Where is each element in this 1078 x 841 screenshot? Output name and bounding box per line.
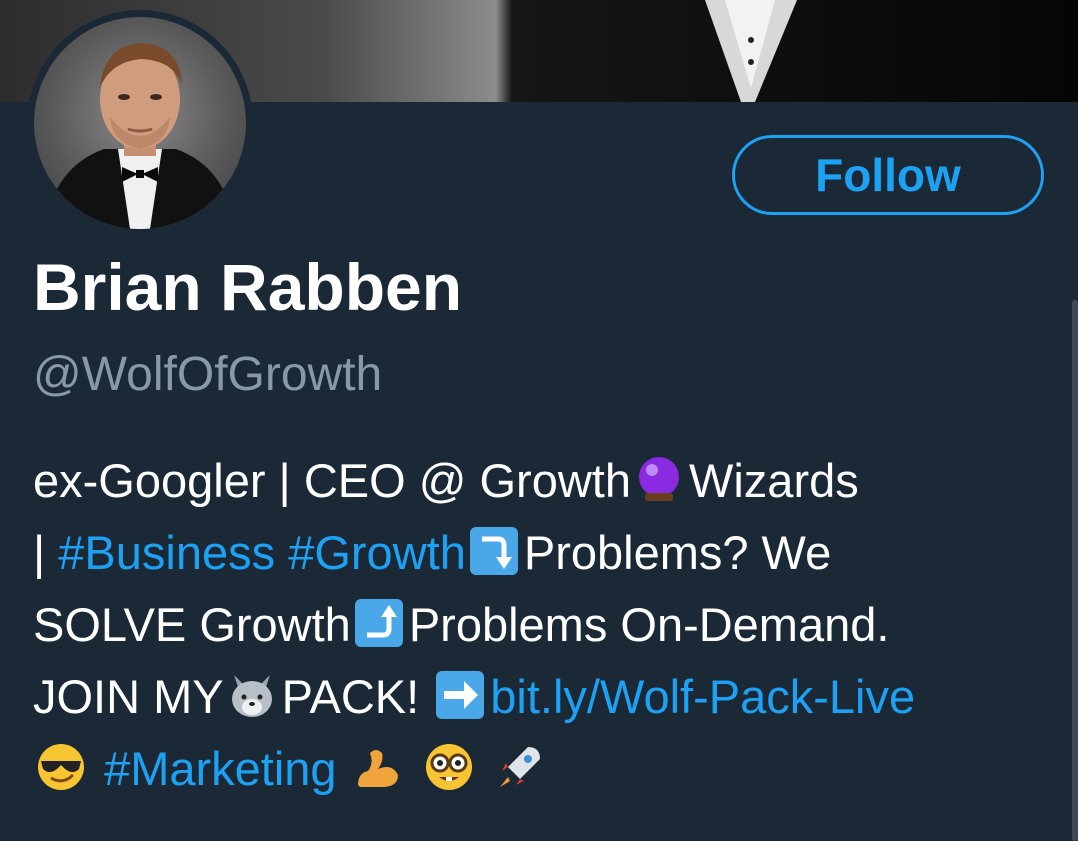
follow-button[interactable]: Follow — [732, 135, 1044, 215]
crystal-ball-icon — [633, 453, 685, 505]
wolf-face-icon — [226, 669, 278, 721]
bio-url-link[interactable]: bit.ly/Wolf-Pack-Live — [490, 670, 915, 723]
bio-text: JOIN MY — [33, 670, 224, 723]
bio-text: Problems? We — [523, 526, 832, 579]
bio-line-5: #Marketing — [33, 733, 1053, 805]
bio-line-4: JOIN MY PACK! bit.ly/Wolf-Pack-Live — [33, 661, 1053, 733]
arrow-right-curving-up-icon — [353, 597, 405, 649]
profile-handle[interactable]: @WolfOfGrowth — [33, 346, 382, 404]
bio-text: ex-Googler | CEO @ Growth — [33, 454, 631, 507]
hashtag-marketing-link[interactable]: #Marketing — [104, 742, 337, 795]
bio-text: PACK! — [281, 670, 433, 723]
right-arrow-icon — [434, 669, 486, 721]
flexed-biceps-icon — [352, 741, 404, 793]
avatar[interactable] — [27, 10, 253, 236]
rocket-icon — [494, 741, 546, 793]
bio-line-2: | #Business #Growth Problems? We — [33, 517, 1053, 589]
bio-text: Wizards — [689, 454, 859, 507]
arrow-right-curving-down-icon — [468, 525, 520, 577]
bio-line-3: SOLVE Growth Problems On-Demand. — [33, 589, 1053, 661]
bio-text: SOLVE Growth — [33, 598, 351, 651]
bio-line-1: ex-Googler | CEO @ Growth Wizards — [33, 445, 1053, 517]
banner-shirt-image — [705, 0, 797, 102]
smiling-face-with-sunglasses-icon — [35, 741, 87, 793]
nerd-face-icon — [423, 741, 475, 793]
bio-text: Problems On-Demand. — [408, 598, 890, 651]
profile-page: Follow Brian Rabben @WolfOfGrowth ex-Goo… — [0, 0, 1078, 841]
bio-text: | — [33, 526, 59, 579]
profile-name: Brian Rabben — [33, 250, 463, 324]
hashtag-business-link[interactable]: #Business — [58, 526, 275, 579]
scrollbar[interactable] — [1072, 300, 1078, 841]
profile-bio: ex-Googler | CEO @ Growth Wizards | #Busi… — [33, 445, 1053, 805]
avatar-photo — [34, 17, 246, 229]
hashtag-growth-link[interactable]: #Growth — [288, 526, 466, 579]
